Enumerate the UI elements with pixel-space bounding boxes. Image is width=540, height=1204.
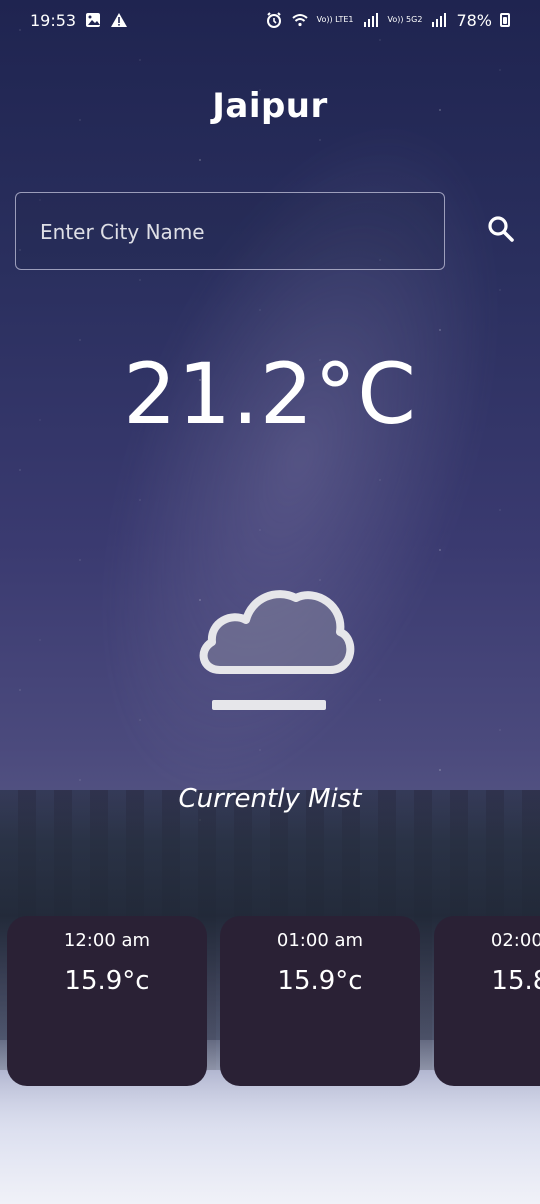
search-icon xyxy=(488,216,514,242)
hourly-temp: 15.8°c xyxy=(491,966,540,996)
hourly-time: 01:00 am xyxy=(276,930,364,951)
current-temperature: 21.2°C xyxy=(123,345,417,443)
signal-icon-2 xyxy=(430,11,448,29)
mist-icon xyxy=(180,560,360,730)
hourly-temp: 15.9°c xyxy=(277,966,363,996)
network-label-2: Vo)) 5G2 xyxy=(387,15,423,24)
signal-icon-1 xyxy=(362,11,380,29)
city-search-input[interactable] xyxy=(38,193,432,271)
city-title: Jaipur xyxy=(212,86,328,126)
status-right: Vo)) LTE1 Vo)) 5G2 78% xyxy=(265,11,510,30)
hourly-temp: 15.9°c xyxy=(64,966,150,996)
wifi-icon xyxy=(291,11,309,29)
alarm-icon xyxy=(265,11,283,29)
search-box xyxy=(15,192,445,271)
moon-icon xyxy=(434,1026,540,1046)
hourly-time: 12:00 am xyxy=(63,930,151,951)
hourly-forecast[interactable]: 12:00 am 15.9°c 01:00 am 15.9°c 02:00 am… xyxy=(0,916,540,1088)
weather-condition: Currently Mist xyxy=(178,784,362,814)
hourly-time: 02:00 am xyxy=(490,930,540,951)
status-bar: 19:53 Vo)) LTE1 Vo)) 5G2 78% xyxy=(0,0,540,40)
hourly-card[interactable]: 01:00 am 15.9°c xyxy=(220,916,420,1086)
gallery-notification-icon xyxy=(84,11,102,29)
battery-icon xyxy=(500,13,510,27)
moon-icon xyxy=(220,1026,420,1046)
weather-screen: 19:53 Vo)) LTE1 Vo)) 5G2 78% Jaipur Ente… xyxy=(0,0,540,1204)
battery-percentage: 78% xyxy=(456,10,492,30)
search-button[interactable] xyxy=(476,204,526,254)
moon-icon xyxy=(7,1026,207,1046)
hourly-card[interactable]: 12:00 am 15.9°c xyxy=(7,916,207,1086)
status-time: 19:53 xyxy=(30,10,77,30)
status-left: 19:53 xyxy=(30,11,128,30)
warning-notification-icon xyxy=(110,11,128,29)
hourly-card[interactable]: 02:00 am 15.8°c xyxy=(434,916,540,1086)
network-label-1: Vo)) LTE1 xyxy=(316,15,354,24)
